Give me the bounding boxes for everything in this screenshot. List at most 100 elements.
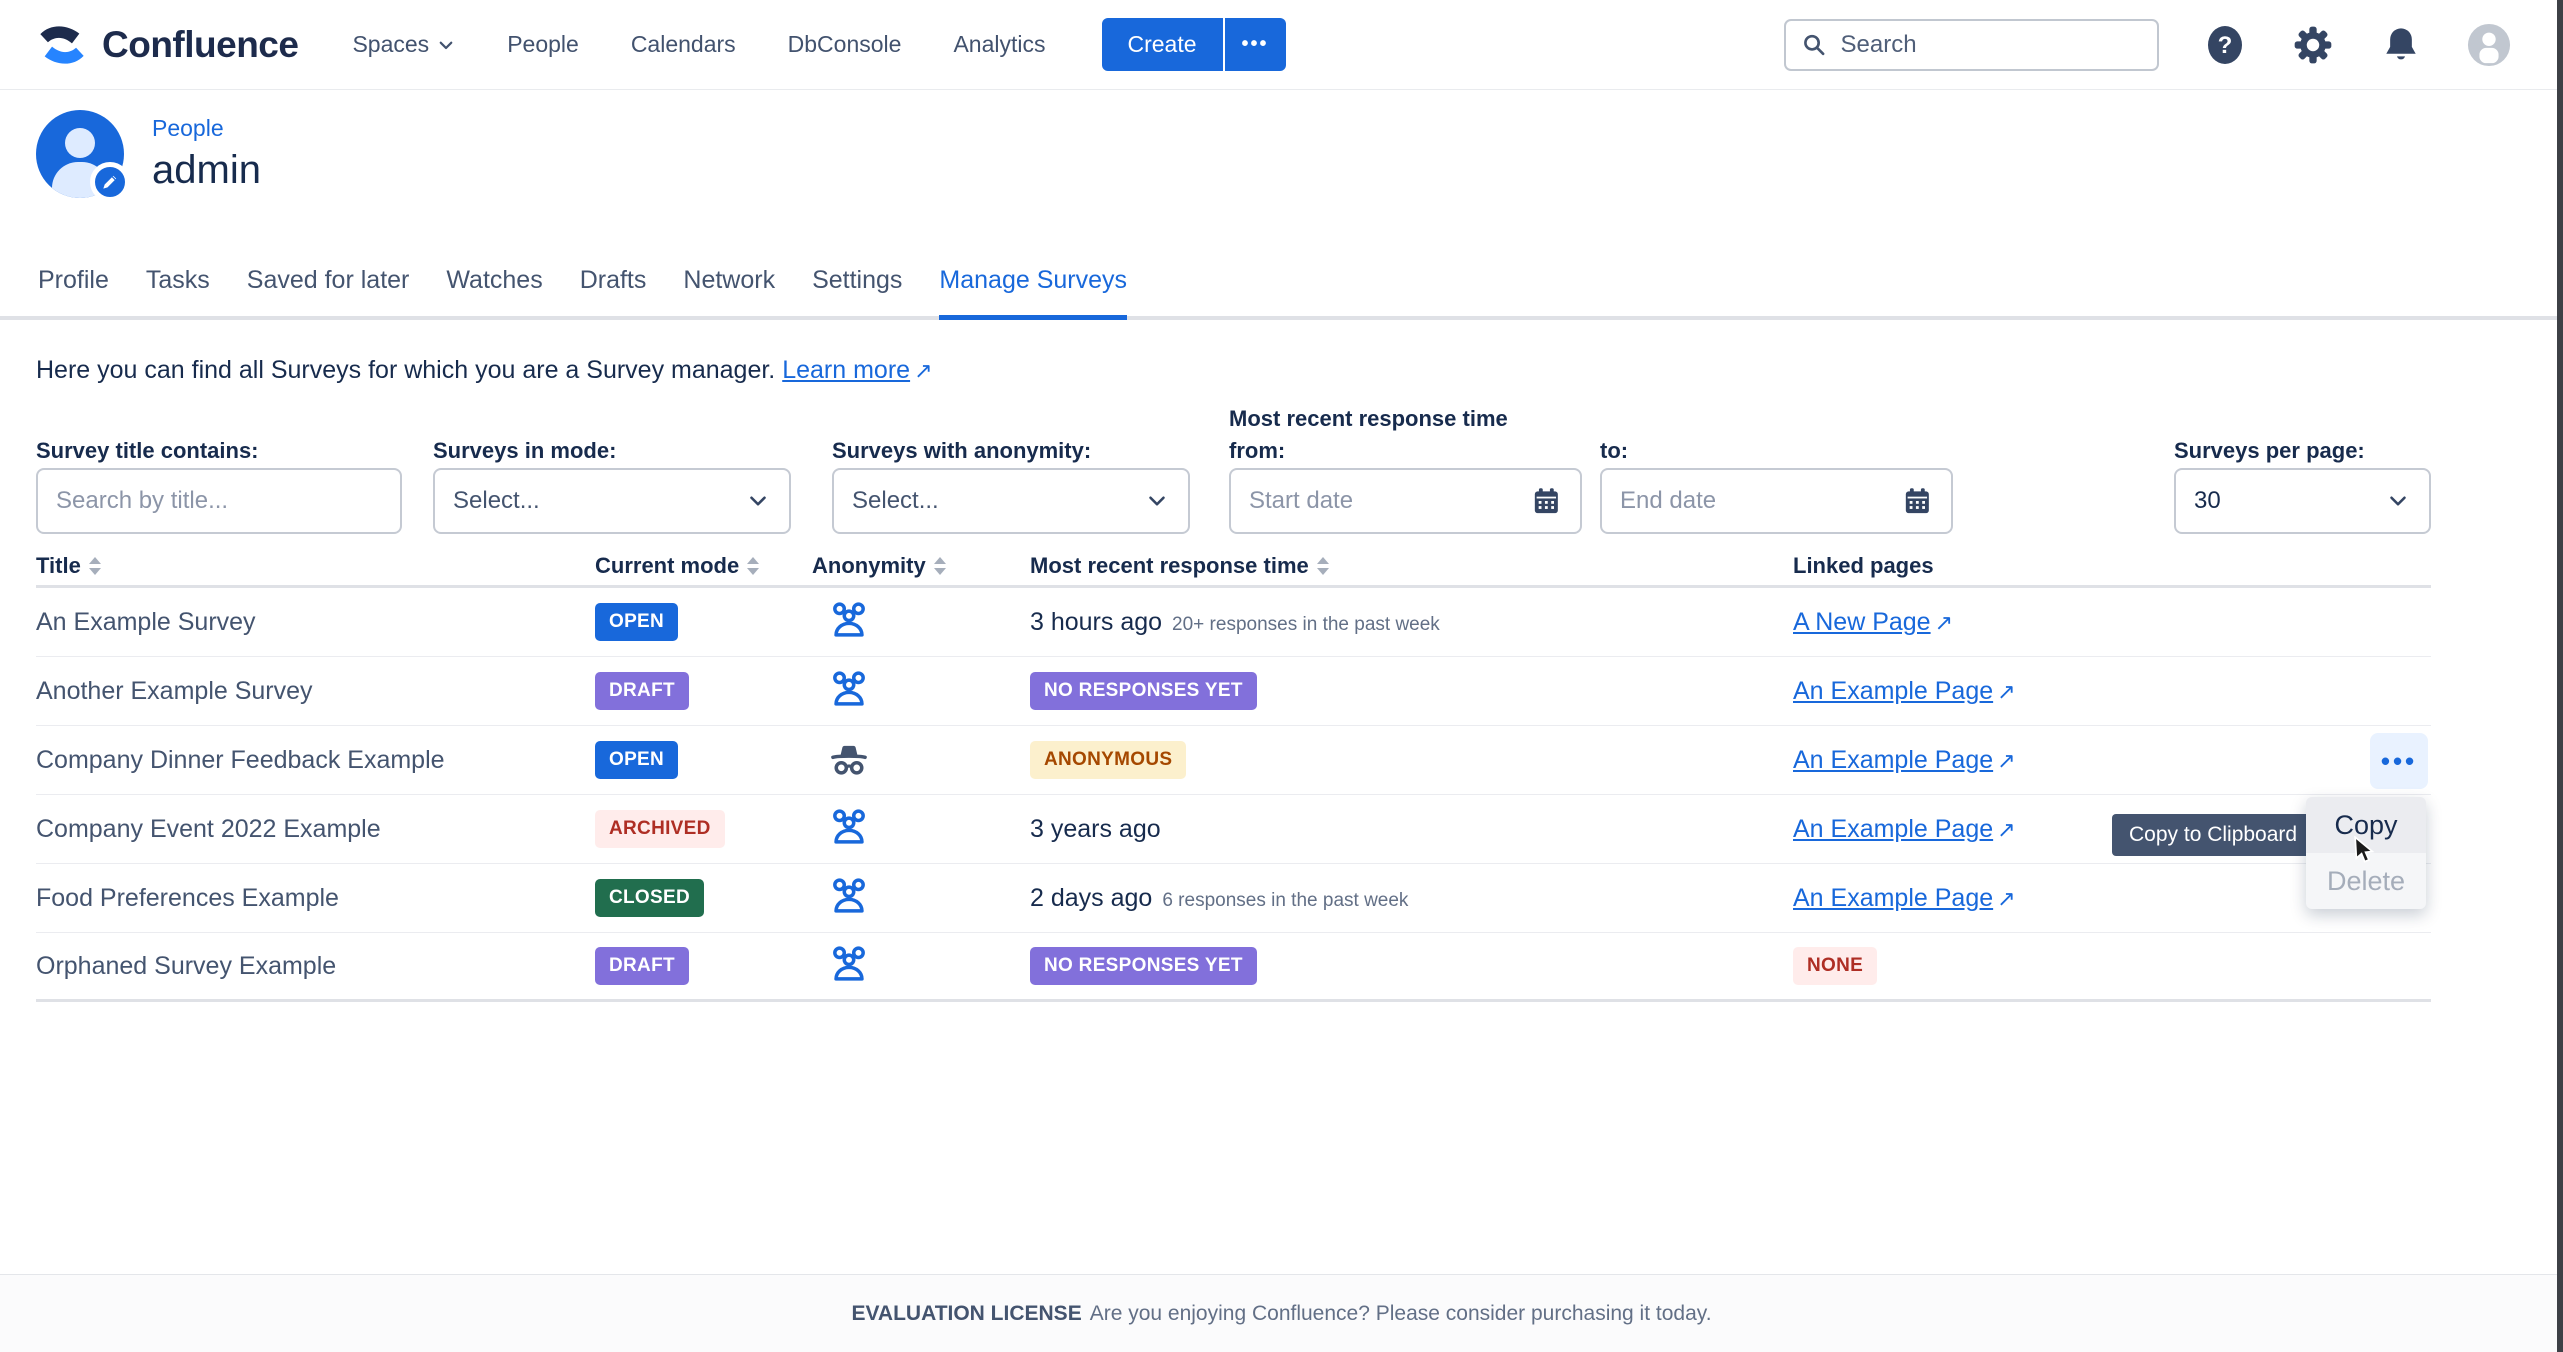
recent-response-cell: NO RESPONSES YET (1030, 947, 1793, 985)
nav-item-analytics[interactable]: Analytics (953, 31, 1045, 58)
column-header-linked-pages: Linked pages (1793, 553, 2431, 579)
sort-asc-arrow (89, 557, 101, 564)
people-group-icon (828, 806, 870, 848)
chevron-down-icon (1144, 488, 1170, 514)
nav-item-dbconsole[interactable]: DbConsole (788, 31, 902, 58)
notifications-button[interactable] (2379, 23, 2423, 67)
tab-settings[interactable]: Settings (812, 266, 902, 316)
nav-item-spaces[interactable]: Spaces (352, 31, 455, 58)
filter-anonymity: Surveys with anonymity: (832, 438, 1091, 464)
settings-button[interactable] (2291, 23, 2335, 67)
recent-response-group-label: Most recent response time (1229, 406, 1508, 432)
per-page-select[interactable]: 30 (2174, 468, 2431, 534)
recent-response-cell: NO RESPONSES YET (1030, 672, 1793, 710)
anonymity-cell (812, 668, 1030, 715)
start-date-input[interactable] (1249, 487, 1531, 515)
profile-header: People admin (36, 110, 261, 198)
profile-tabs: Profile Tasks Saved for later Watches Drafts… (0, 266, 2563, 316)
to-label: to: (1600, 438, 1628, 464)
learn-more-link[interactable]: Learn more (782, 356, 910, 384)
linked-page-link[interactable]: A New Page (1793, 608, 1931, 636)
confluence-logo[interactable]: Confluence (36, 21, 298, 69)
anonymity-select[interactable]: Select... (832, 468, 1190, 534)
row-actions-button[interactable]: ••• (2370, 733, 2428, 789)
calendar-icon[interactable] (1531, 484, 1562, 518)
sort-icon (934, 557, 946, 575)
linked-pages-cell: A New Page↗ (1793, 608, 2431, 637)
external-link-arrow-icon: ↗ (1997, 679, 2015, 704)
sort-icon (89, 557, 101, 575)
tab-watches[interactable]: Watches (446, 266, 542, 316)
tab-tasks[interactable]: Tasks (146, 266, 210, 316)
survey-filters: Most recent response time Survey title c… (36, 398, 2431, 548)
column-header-current-mode[interactable]: Current mode (595, 553, 812, 579)
to-date-field (1600, 468, 1953, 534)
anonymity-filter-label: Surveys with anonymity: (832, 438, 1091, 464)
mode-badge: OPEN (595, 603, 678, 641)
table-body: An Example SurveyOPEN 3 hours ago20+ res… (36, 588, 2431, 1002)
sort-icon (747, 557, 759, 575)
linked-pages-cell: NONE (1793, 947, 2431, 985)
from-date-field (1229, 468, 1582, 534)
window-scrollbar[interactable] (2557, 0, 2563, 1352)
menu-item-copy[interactable]: Copy (2306, 797, 2426, 853)
linked-page-link[interactable]: An Example Page (1793, 815, 1993, 843)
edit-avatar-badge[interactable] (90, 162, 130, 202)
response-status-badge: NO RESPONSES YET (1030, 672, 1257, 710)
tab-saved-for-later[interactable]: Saved for later (247, 266, 410, 316)
nav-item-people[interactable]: People (507, 31, 579, 58)
help-button[interactable]: ? (2203, 23, 2247, 67)
people-breadcrumb-link[interactable]: People (152, 115, 261, 142)
linked-pages-cell: An Example Page↗ (1793, 677, 2431, 706)
mode-select-value: Select... (453, 487, 745, 515)
recent-response-time: 2 days ago (1030, 884, 1152, 912)
mode-badge: CLOSED (595, 879, 704, 917)
table-row: Food Preferences ExampleCLOSED 2 days ag… (36, 864, 2431, 933)
mode-cell: ARCHIVED (595, 810, 812, 848)
recent-response-note: 6 responses in the past week (1162, 890, 1408, 911)
search-input[interactable] (1841, 31, 2142, 59)
title-search-input[interactable] (56, 487, 382, 515)
calendar-icon[interactable] (1902, 484, 1933, 518)
anonymity-cell (812, 599, 1030, 646)
mode-cell: OPEN (595, 603, 812, 641)
table-row: Company Event 2022 ExampleARCHIVED 3 yea… (36, 795, 2431, 864)
tab-network[interactable]: Network (683, 266, 775, 316)
column-header-most-recent-response-time[interactable]: Most recent response time (1030, 553, 1793, 579)
external-link-arrow-icon: ↗ (1997, 817, 2015, 842)
anonymity-cell (812, 943, 1030, 990)
create-button[interactable]: Create (1102, 18, 1223, 71)
create-more-button[interactable]: ••• (1225, 18, 1286, 71)
external-link-arrow-icon: ↗ (1997, 886, 2015, 911)
incognito-icon (828, 737, 870, 779)
sort-desc-arrow (934, 568, 946, 575)
linked-page-link[interactable]: An Example Page (1793, 677, 1993, 705)
search-icon (1801, 30, 1828, 60)
user-menu-button[interactable] (2467, 23, 2511, 67)
search-box[interactable] (1784, 19, 2159, 71)
license-message: Are you enjoying Confluence? Please cons… (1090, 1302, 1712, 1326)
primary-nav: Spaces People Calendars DbConsole Analytics (352, 31, 1045, 58)
linked-page-link[interactable]: An Example Page (1793, 884, 1993, 912)
profile-avatar[interactable] (36, 110, 124, 198)
menu-item-delete: Delete (2306, 853, 2426, 909)
mode-badge: DRAFT (595, 947, 689, 985)
avatar-icon (2467, 22, 2511, 68)
column-header-anonymity[interactable]: Anonymity (812, 553, 1030, 579)
linked-page-link[interactable]: An Example Page (1793, 746, 1993, 774)
column-header-title[interactable]: Title (36, 553, 595, 579)
mode-select[interactable]: Select... (433, 468, 791, 534)
bell-icon (2380, 24, 2422, 66)
end-date-input[interactable] (1620, 487, 1902, 515)
tab-manage-surveys[interactable]: Manage Surveys (939, 266, 1127, 316)
tab-drafts[interactable]: Drafts (580, 266, 647, 316)
brand-name: Confluence (102, 24, 298, 66)
sort-desc-arrow (747, 568, 759, 575)
recent-response-time: 3 hours ago (1030, 608, 1162, 636)
people-group-icon (828, 599, 870, 641)
nav-item-calendars[interactable]: Calendars (631, 31, 736, 58)
filter-title: Survey title contains: (36, 438, 259, 464)
row-actions-menu: CopyDelete (2306, 797, 2426, 909)
copy-tooltip: Copy to Clipboard (2112, 814, 2314, 856)
tab-profile[interactable]: Profile (38, 266, 109, 316)
